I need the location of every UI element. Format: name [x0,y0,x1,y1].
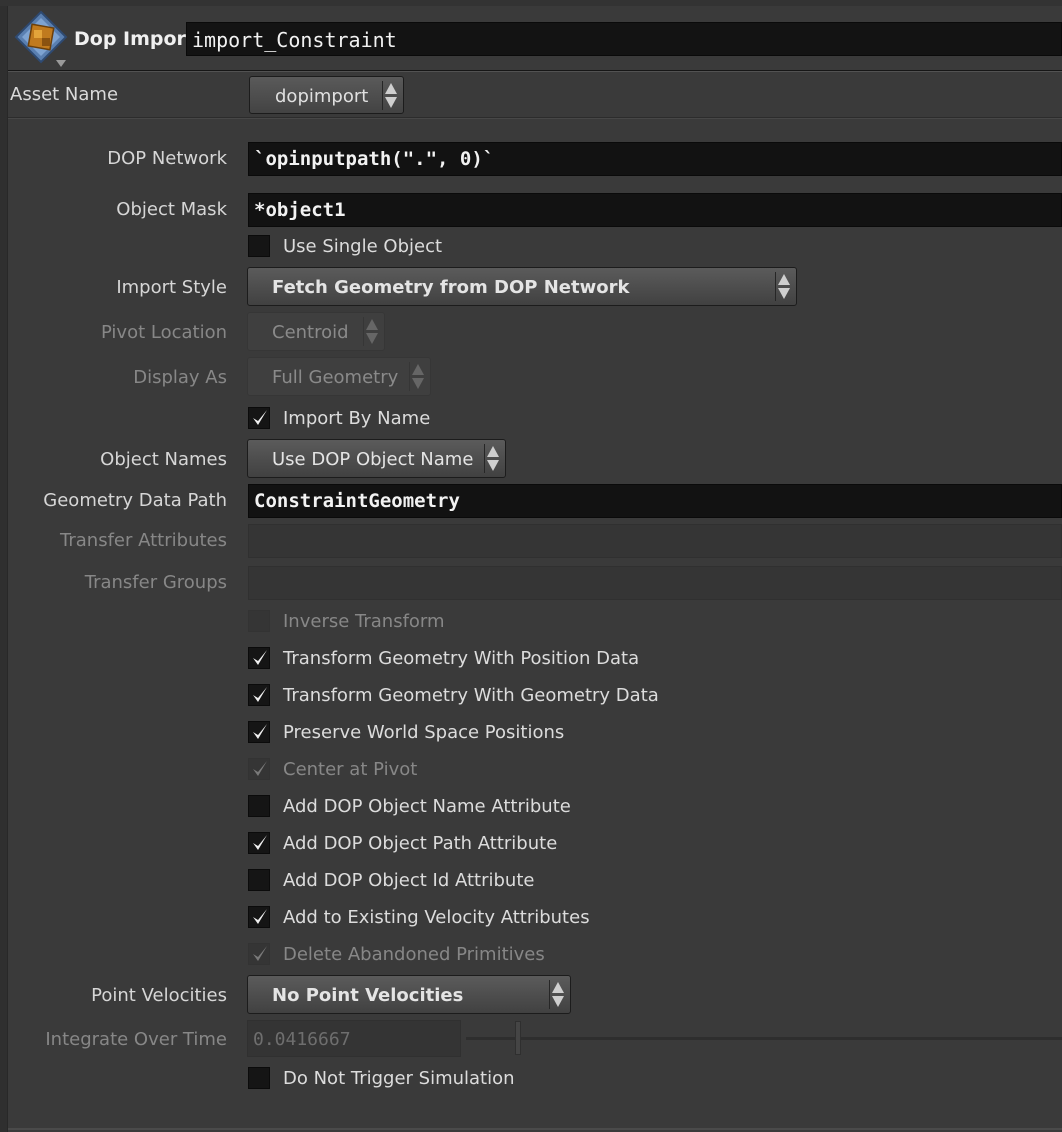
point-velocities-arrows-icon [549,980,566,1009]
inverse-transform-checkbox[interactable] [248,610,270,632]
node-name-field[interactable]: import_Constraint [186,22,1062,56]
add-object-name-label: Add DOP Object Name Attribute [283,796,571,817]
add-velocity-checkbox[interactable] [248,906,270,928]
do-not-trigger-checkbox[interactable] [248,1067,270,1089]
display-as-value: Full Geometry [272,367,399,388]
dop-import-node-icon [12,10,70,68]
delete-abandoned-checkbox[interactable] [248,943,270,965]
object-mask-label: Object Mask [116,199,227,220]
geometry-data-path-label: Geometry Data Path [43,490,227,511]
object-mask-field[interactable]: *object1 [248,193,1062,227]
dop-network-field[interactable]: `opinputpath(".", 0)` [248,142,1062,176]
add-object-id-checkbox[interactable] [248,869,270,891]
delete-abandoned-label: Delete Abandoned Primitives [283,944,545,965]
add-object-name-checkbox[interactable] [248,795,270,817]
transfer-groups-label: Transfer Groups [84,572,227,593]
pivot-location-value: Centroid [272,322,349,343]
add-velocity-label: Add to Existing Velocity Attributes [283,907,590,928]
use-single-object-label: Use Single Object [283,236,443,257]
object-names-value: Use DOP Object Name [272,449,474,470]
transform-geometry-checkbox[interactable] [248,684,270,706]
integrate-slider-handle[interactable] [515,1021,521,1055]
object-names-arrows-icon [484,444,501,473]
use-single-object-checkbox[interactable] [248,235,270,257]
geometry-data-path-field[interactable]: ConstraintGeometry [248,484,1062,518]
checkmark-icon [253,410,267,425]
import-by-name-label: Import By Name [283,408,431,429]
transform-position-label: Transform Geometry With Position Data [283,648,640,669]
transfer-attributes-label: Transfer Attributes [60,530,227,551]
left-panel-edge [0,0,8,1132]
object-names-label: Object Names [100,449,227,470]
transform-geometry-label: Transform Geometry With Geometry Data [283,685,659,706]
preserve-world-space-checkbox[interactable] [248,721,270,743]
point-velocities-value: No Point Velocities [272,985,464,1006]
center-at-pivot-checkbox[interactable] [248,758,270,780]
transfer-groups-field[interactable] [248,566,1062,600]
bottom-divider [8,1128,1062,1130]
add-object-id-label: Add DOP Object Id Attribute [283,870,535,891]
checkmark-icon [253,946,267,961]
inverse-transform-label: Inverse Transform [283,611,445,632]
top-bar [0,0,1062,6]
pivot-location-label: Pivot Location [100,322,227,343]
transfer-attributes-field[interactable] [248,524,1062,558]
checkmark-icon [253,761,267,776]
checkmark-icon [253,909,267,924]
import-style-arrows-icon [775,272,792,301]
integrate-over-time-field[interactable]: 0.0416667 [247,1020,461,1057]
integrate-over-time-label: Integrate Over Time [45,1029,227,1050]
import-by-name-checkbox[interactable] [248,407,270,429]
object-names-menu[interactable]: Use DOP Object Name [247,439,506,478]
checkmark-icon [253,835,267,850]
point-velocities-menu[interactable]: No Point Velocities [247,975,571,1014]
preserve-world-space-label: Preserve World Space Positions [283,722,565,743]
checkmark-icon [253,724,267,739]
dop-network-label: DOP Network [107,148,227,169]
pivot-location-arrows-icon [363,317,380,346]
point-velocities-label: Point Velocities [91,985,227,1006]
do-not-trigger-label: Do Not Trigger Simulation [283,1068,515,1089]
display-as-menu[interactable]: Full Geometry [247,357,431,396]
import-style-label: Import Style [116,277,227,298]
header-divider-highlight [8,71,1062,72]
display-as-arrows-icon [409,362,426,391]
node-type-label: Dop Import [74,28,196,50]
import-style-value: Fetch Geometry from DOP Network [272,277,630,298]
pivot-location-menu[interactable]: Centroid [247,312,385,351]
center-at-pivot-label: Center at Pivot [283,759,418,780]
display-as-label: Display As [133,367,227,388]
asset-divider-highlight [8,118,1062,119]
asset-name-value: dopimport [275,86,369,107]
transform-position-checkbox[interactable] [248,647,270,669]
asset-name-menu[interactable]: dopimport [249,76,404,114]
checkmark-icon [253,650,267,665]
asset-name-label: Asset Name [10,84,119,105]
add-object-path-checkbox[interactable] [248,832,270,854]
add-object-path-label: Add DOP Object Path Attribute [283,833,558,854]
asset-menu-arrows-icon [382,81,399,110]
import-style-menu[interactable]: Fetch Geometry from DOP Network [247,267,797,306]
integrate-slider-track[interactable] [466,1037,1062,1040]
checkmark-icon [253,687,267,702]
